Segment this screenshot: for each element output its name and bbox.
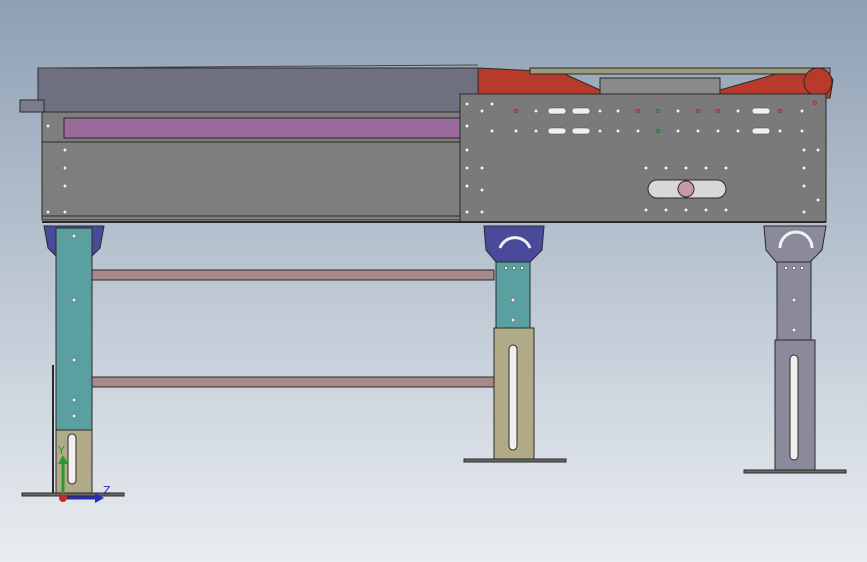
leg-middle-foot bbox=[463, 458, 567, 463]
triad-origin bbox=[59, 494, 67, 502]
drive-side-plate bbox=[459, 93, 827, 223]
leg-right-foot bbox=[743, 469, 847, 474]
triad-z-label: Z bbox=[103, 484, 111, 497]
top-cover-lip bbox=[19, 99, 45, 113]
drive-pulley bbox=[803, 67, 833, 97]
triad-y-label: Y bbox=[58, 444, 65, 457]
leg-middle-slot bbox=[508, 344, 518, 451]
adjust-roller bbox=[677, 180, 695, 198]
drive-belt bbox=[529, 67, 831, 75]
leg-bracket-middle bbox=[483, 225, 545, 263]
leg-right-slot bbox=[789, 354, 799, 461]
graphics-viewport[interactable] bbox=[0, 0, 867, 562]
top-cover bbox=[19, 67, 479, 113]
drive-housing bbox=[599, 77, 721, 97]
leg-left-slot bbox=[67, 433, 77, 485]
cross-bar-upper bbox=[57, 269, 495, 281]
cross-bar-lower bbox=[57, 376, 495, 388]
purple-rail bbox=[63, 117, 465, 139]
